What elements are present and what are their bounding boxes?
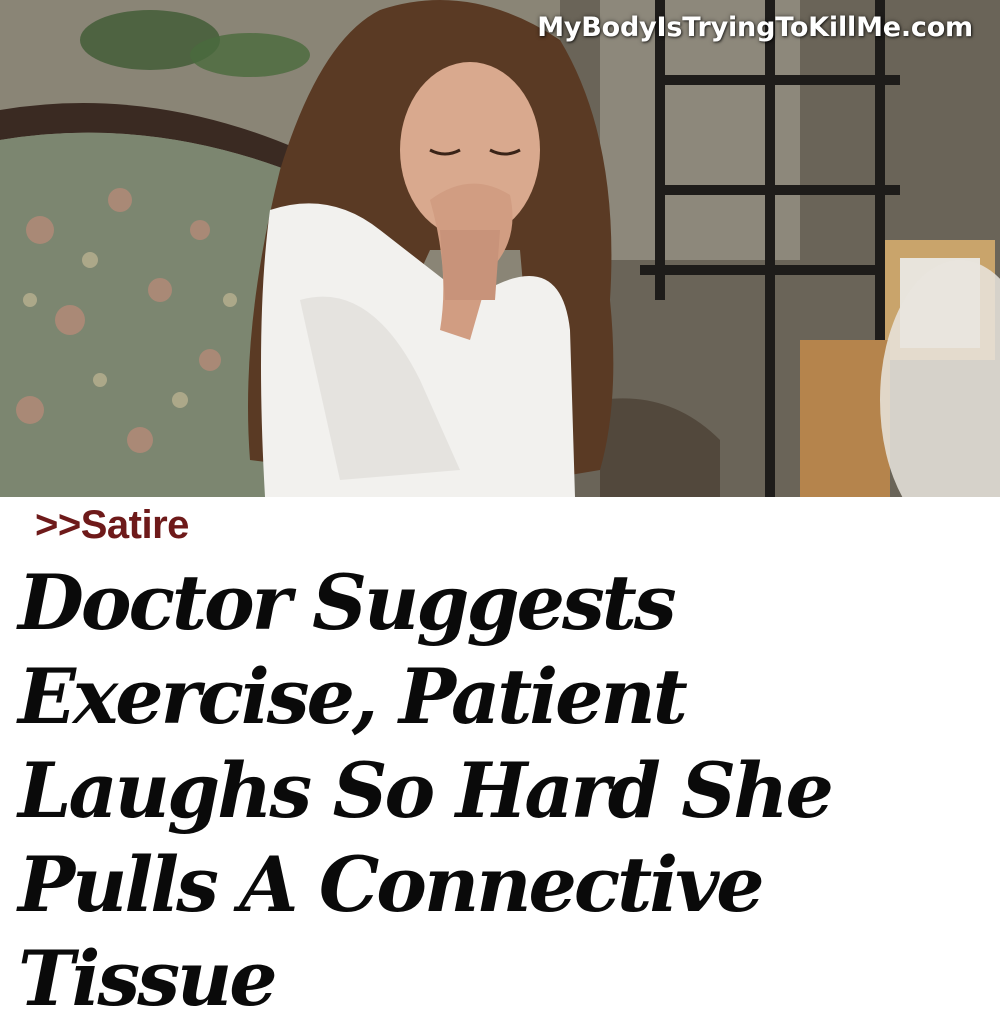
distressed-woman-photo-icon: [0, 0, 1000, 497]
hero-photo: MyBodyIsTryingToKillMe.com: [0, 0, 1000, 497]
article-headline[interactable]: Doctor Suggests Exercise, Patient Laughs…: [18, 556, 993, 1026]
satire-tag[interactable]: >>Satire: [35, 503, 189, 548]
site-watermark: MyBodyIsTryingToKillMe.com: [537, 12, 973, 43]
